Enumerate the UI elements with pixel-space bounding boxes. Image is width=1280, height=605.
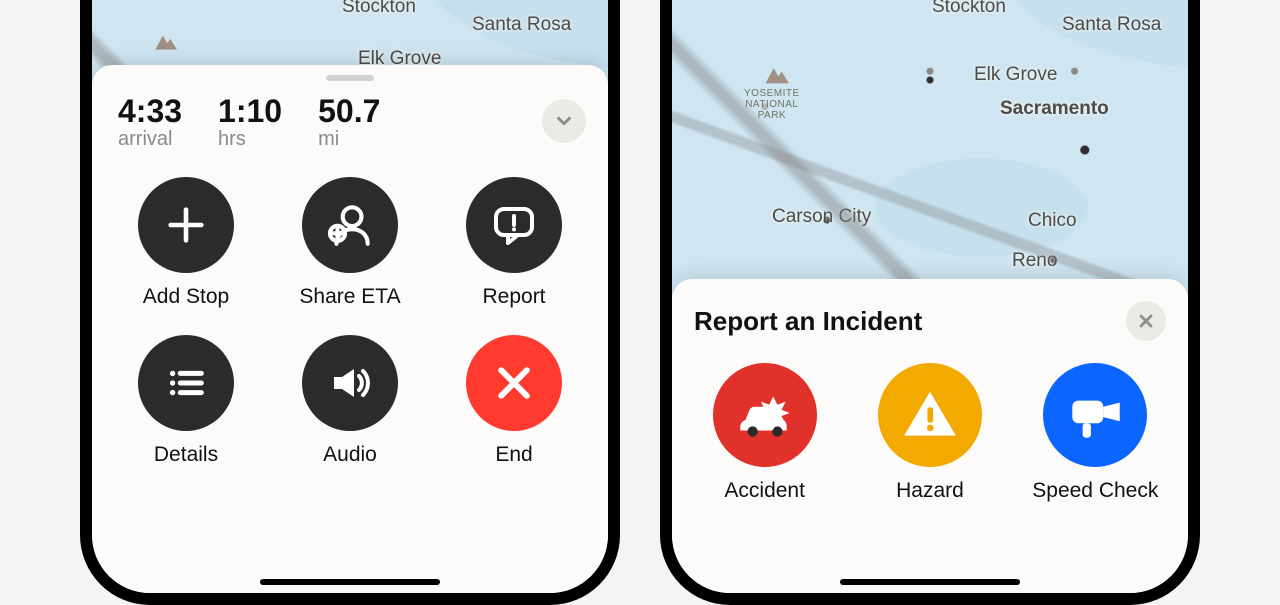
stat-duration: 1:10 hrs <box>218 93 282 151</box>
details-label: Details <box>154 443 218 467</box>
phone-left: Stockton Santa Rosa Elk Grove 4:33 arriv… <box>80 0 620 605</box>
duration-label: hrs <box>218 128 282 151</box>
phone-right: Stockton Santa Rosa Elk Grove Sacramento… <box>660 0 1200 605</box>
share-eta-icon <box>325 200 375 250</box>
duration-value: 1:10 <box>218 93 282 130</box>
arrival-label: arrival <box>118 128 182 151</box>
hazard-label: Hazard <box>896 479 964 503</box>
report-label: Report <box>482 285 545 309</box>
stat-distance: 50.7 mi <box>318 93 380 151</box>
incident-sheet: Report an Incident A <box>672 279 1188 593</box>
home-indicator[interactable] <box>840 579 1020 585</box>
map-label-santa-rosa: Santa Rosa <box>472 14 571 36</box>
audio-label: Audio <box>323 443 377 467</box>
speed-check-label: Speed Check <box>1032 479 1158 503</box>
accident-label: Accident <box>724 479 805 503</box>
home-indicator[interactable] <box>260 579 440 585</box>
close-icon <box>1136 311 1156 331</box>
navigation-sheet: 4:33 arrival 1:10 hrs 50.7 mi <box>92 65 608 593</box>
speed-check-icon <box>1062 382 1128 448</box>
hazard-icon <box>899 384 961 446</box>
stat-arrival: 4:33 arrival <box>118 93 182 151</box>
incident-header: Report an Incident <box>672 285 1188 359</box>
speed-check-button[interactable]: Speed Check <box>1013 363 1178 503</box>
audio-button[interactable]: Audio <box>268 335 432 467</box>
share-eta-button[interactable]: Share ETA <box>268 177 432 309</box>
add-stop-button[interactable]: Add Stop <box>104 177 268 309</box>
nav-stats: 4:33 arrival 1:10 hrs 50.7 mi <box>92 87 608 169</box>
end-label: End <box>495 443 532 467</box>
close-icon <box>492 361 536 405</box>
mountain-icon <box>152 28 178 54</box>
close-button[interactable] <box>1126 301 1166 341</box>
chevron-down-icon <box>553 110 575 132</box>
list-icon <box>163 360 209 406</box>
incident-grid: Accident Hazard <box>672 359 1188 509</box>
map-label-reno: Reno <box>1012 250 1057 272</box>
end-button[interactable]: End <box>432 335 596 467</box>
collapse-button[interactable] <box>542 99 586 143</box>
accident-button[interactable]: Accident <box>682 363 847 503</box>
arrival-value: 4:33 <box>118 93 182 130</box>
speaker-icon <box>326 359 374 407</box>
map-label-sacramento: Sacramento <box>1000 98 1109 120</box>
screen: Stockton Santa Rosa Elk Grove Sacramento… <box>672 0 1188 593</box>
map-label-elk-grove: Elk Grove <box>974 64 1057 86</box>
map-label-yosemite: YOSEMITE NATIONAL PARK <box>744 88 800 121</box>
distance-label: mi <box>318 128 380 151</box>
incident-title: Report an Incident <box>694 306 922 337</box>
screen: Stockton Santa Rosa Elk Grove 4:33 arriv… <box>92 0 608 593</box>
sheet-grabber[interactable] <box>326 75 374 81</box>
add-stop-label: Add Stop <box>143 285 229 309</box>
mountain-icon <box>762 60 788 86</box>
report-button[interactable]: Report <box>432 177 596 309</box>
share-eta-label: Share ETA <box>299 285 400 309</box>
plus-icon <box>163 202 209 248</box>
map-label-chico: Chico <box>1028 210 1077 232</box>
map-label-stockton: Stockton <box>932 0 1006 18</box>
map-label-santa-rosa: Santa Rosa <box>1062 14 1161 36</box>
report-icon <box>490 201 538 249</box>
hazard-button[interactable]: Hazard <box>847 363 1012 503</box>
details-button[interactable]: Details <box>104 335 268 467</box>
map-label-carson-city: Carson City <box>772 206 871 228</box>
action-grid: Add Stop Share ETA <box>92 169 608 479</box>
distance-value: 50.7 <box>318 93 380 130</box>
accident-icon <box>732 382 798 448</box>
map-label-stockton: Stockton <box>342 0 416 18</box>
